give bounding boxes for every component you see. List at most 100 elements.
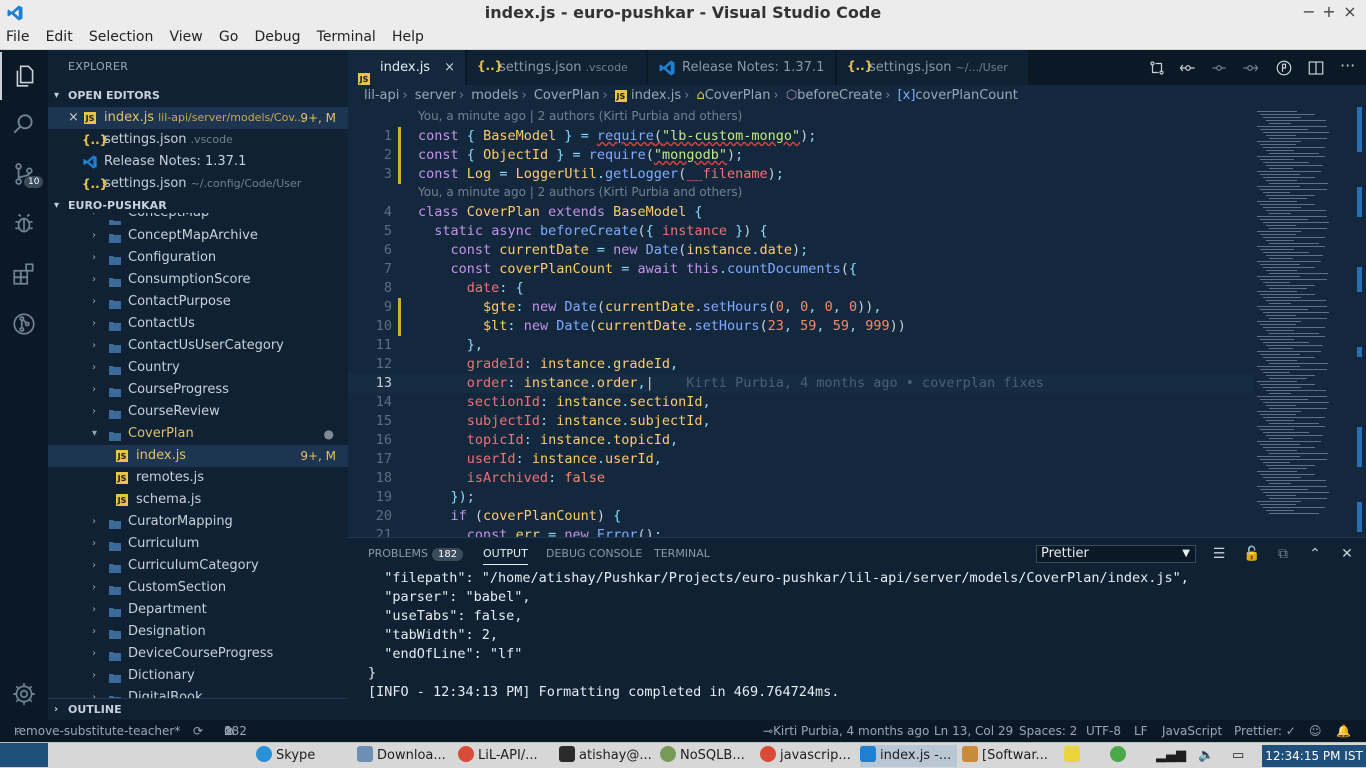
breadcrumb-item[interactable]: lil-api	[364, 88, 399, 103]
eol-status[interactable]: LF	[1134, 720, 1148, 742]
breadcrumb-item[interactable]: beforeCreate	[797, 88, 882, 103]
next-revision-icon[interactable]	[1241, 59, 1259, 77]
minimize-button[interactable]: −	[1299, 2, 1319, 21]
battery-tray-icon[interactable]: ▭	[1232, 745, 1244, 767]
lock-scroll-icon[interactable]: 🔓	[1243, 546, 1260, 562]
codelens-authors[interactable]: You, a minute ago | 2 authors (Kirti Pur…	[418, 109, 742, 123]
clock[interactable]: 12:34:15 PM IST	[1262, 745, 1366, 767]
debug-activity[interactable]	[0, 200, 48, 248]
tab-problems[interactable]: PROBLEMS 182	[368, 547, 464, 561]
menu-view[interactable]: View	[170, 26, 203, 45]
tree-folder[interactable]: › Department	[48, 599, 348, 621]
open-log-icon[interactable]: ⧉	[1275, 546, 1291, 562]
tree-folder[interactable]: › CustomSection	[48, 577, 348, 599]
tree-file[interactable]: JS remotes.js	[48, 467, 348, 489]
maximize-panel-icon[interactable]: ⌃	[1307, 546, 1323, 562]
language-status[interactable]: JavaScript	[1162, 720, 1222, 742]
tree-folder[interactable]: › CuratorMapping	[48, 511, 348, 533]
extensions-activity[interactable]	[0, 250, 48, 298]
task-vscode[interactable]: index.js -...	[860, 745, 958, 767]
code-editor[interactable]: You, a minute ago | 2 authors (Kirti Pur…	[348, 107, 1366, 537]
tree-folder[interactable]: › ContactUsUserCategory	[48, 335, 348, 357]
menu-edit[interactable]: Edit	[46, 26, 73, 45]
task-nosqlbooster[interactable]: NoSQLB...	[660, 745, 745, 767]
breadcrumb-item[interactable]: index.js	[631, 88, 681, 103]
tree-file[interactable]: JS index.js 9+, M	[48, 445, 348, 467]
tree-folder[interactable]: › ContactPurpose	[48, 291, 348, 313]
close-editor-icon[interactable]: ×	[68, 107, 79, 129]
code-line[interactable]: 10 $lt: new Date(currentDate.setHours(23…	[348, 317, 1366, 336]
code-line[interactable]: 20 if (coverPlanCount) {	[348, 507, 1366, 526]
code-line[interactable]: 6 const currentDate = new Date(instance.…	[348, 241, 1366, 260]
tree-folder[interactable]: › CourseReview	[48, 401, 348, 423]
task-terminal[interactable]: atishay@...	[559, 745, 652, 767]
toggle-blame-icon[interactable]	[1179, 59, 1197, 77]
more-actions-icon[interactable]: ···	[1340, 56, 1355, 75]
update-tray-icon[interactable]	[1110, 745, 1130, 767]
scm-activity[interactable]: 10	[0, 150, 48, 198]
task-downloads[interactable]: Downloa...	[357, 745, 446, 767]
close-tab-icon[interactable]: ×	[444, 50, 455, 85]
tab-settings-json[interactable]: {..} settings.json .vscode	[467, 50, 647, 85]
tab-debug-console[interactable]: DEBUG CONSOLE	[546, 547, 642, 560]
tree-folder[interactable]: › Designation	[48, 621, 348, 643]
code-line[interactable]: 21 const err = new Error();	[348, 526, 1366, 537]
tab-user-settings[interactable]: {..} settings.json ~/.../User	[837, 50, 1029, 85]
task-skype[interactable]: Skype	[256, 745, 315, 767]
tab-output[interactable]: OUTPUT	[483, 547, 528, 565]
task-software[interactable]: [Softwar...	[962, 745, 1048, 767]
tree-file[interactable]: JS schema.js	[48, 489, 348, 511]
close-panel-icon[interactable]: ✕	[1339, 546, 1355, 562]
open-editor-settings-json[interactable]: {..} settings.json .vscode	[48, 129, 348, 151]
open-editor-index-js[interactable]: × JS index.js lil-api/server/models/Cov..…	[48, 107, 348, 129]
notifications-icon[interactable]: 🔔	[1336, 720, 1351, 742]
code-line[interactable]: 9 $gte: new Date(currentDate.setHours(0,…	[348, 298, 1366, 317]
tree-folder[interactable]: ›ConceptMap	[48, 213, 348, 225]
code-line[interactable]: 3 const Log = LoggerUtil.getLogger(__file…	[348, 165, 1366, 184]
code-line[interactable]: 11 },	[348, 336, 1366, 355]
editor-scrollbar[interactable]	[1353, 107, 1366, 537]
tree-folder[interactable]: › Country	[48, 357, 348, 379]
breadcrumb-item[interactable]: server	[415, 88, 456, 103]
breadcrumb-item[interactable]: CoverPlan	[705, 88, 771, 103]
open-editors-header[interactable]: ▾ OPEN EDITORS	[48, 85, 348, 107]
tree-folder[interactable]: › Configuration	[48, 247, 348, 269]
notes-tray-icon[interactable]	[1064, 745, 1084, 767]
menu-terminal[interactable]: Terminal	[317, 26, 376, 45]
tab-terminal[interactable]: TERMINAL	[654, 547, 710, 560]
network-tray-icon[interactable]: ▂▄▆	[1156, 745, 1186, 767]
code-line[interactable]: 5 static async beforeCreate({ instance }…	[348, 222, 1366, 241]
tree-folder[interactable]: › DeviceCourseProgress	[48, 643, 348, 665]
explorer-activity[interactable]	[0, 52, 48, 100]
clear-output-icon[interactable]: ☰	[1211, 546, 1227, 562]
code-line[interactable]: 14 sectionId: instance.sectionId,	[348, 393, 1366, 412]
indentation-status[interactable]: Spaces: 2	[1019, 720, 1077, 742]
cursor-position[interactable]: Ln 13, Col 29	[934, 720, 1013, 742]
code-line[interactable]: 15 subjectId: instance.subjectId,	[348, 412, 1366, 431]
outline-header[interactable]: › OUTLINE	[48, 698, 348, 720]
tree-folder[interactable]: › CourseProgress	[48, 379, 348, 401]
code-line[interactable]: 18 isArchived: false	[348, 469, 1366, 488]
feedback-icon[interactable]: ☺	[1309, 720, 1322, 742]
sync-icon[interactable]: ⟳	[193, 720, 203, 742]
previous-revision-icon[interactable]	[1210, 59, 1228, 77]
code-line[interactable]: 8 date: {	[348, 279, 1366, 298]
settings-activity[interactable]	[0, 670, 48, 718]
blame-status[interactable]: ⊸ Kirti Purbia, 4 months ago	[763, 720, 929, 742]
close-window-button[interactable]: ×	[1340, 2, 1360, 21]
open-editor-release-notes[interactable]: Release Notes: 1.37.1	[48, 151, 348, 173]
tab-release-notes[interactable]: Release Notes: 1.37.1	[648, 50, 836, 85]
search-activity[interactable]	[0, 100, 48, 148]
code-line[interactable]: 19 });	[348, 488, 1366, 507]
gitlens-activity[interactable]	[0, 300, 48, 348]
code-line[interactable]: 7 const coverPlanCount = await this.coun…	[348, 260, 1366, 279]
volume-tray-icon[interactable]: 🔈	[1198, 745, 1214, 767]
open-changes-icon[interactable]	[1275, 59, 1293, 77]
maximize-button[interactable]: +	[1319, 2, 1339, 21]
tree-folder[interactable]: › ConceptMapArchive	[48, 225, 348, 247]
tree-folder[interactable]: › ContactUs	[48, 313, 348, 335]
code-line[interactable]: 12 gradeId: instance.gradeId,	[348, 355, 1366, 374]
tree-folder[interactable]: › CurriculumCategory	[48, 555, 348, 577]
prettier-status[interactable]: Prettier: ✓	[1234, 720, 1296, 742]
code-line[interactable]: 16 topicId: instance.topicId,	[348, 431, 1366, 450]
